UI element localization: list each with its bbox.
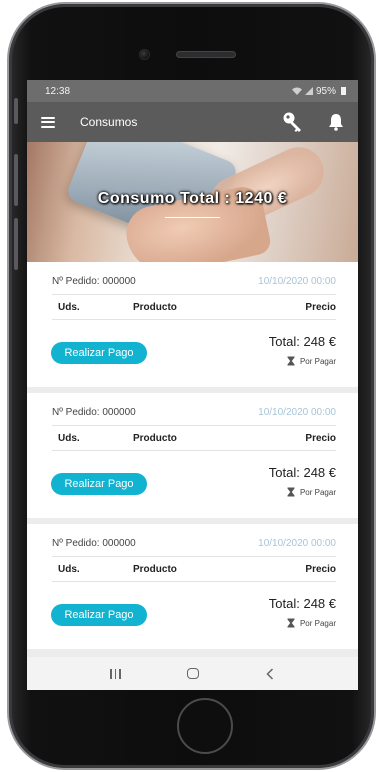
status-bar: 12:38 95% [27, 80, 358, 102]
order-total: Total: 248 € [268, 465, 336, 480]
signal-icon [304, 87, 313, 95]
col-price: Precio [305, 433, 336, 444]
back-button[interactable] [258, 662, 282, 686]
order-status: Por Pagar [287, 356, 336, 366]
wifi-icon [291, 87, 302, 95]
app-screen: 12:38 95% Consumos Consumo Total : 1240 … [27, 80, 358, 690]
order-date: 10/10/2020 00:00 [258, 276, 336, 287]
pay-button[interactable]: Realizar Pago [51, 342, 147, 364]
order-status-text: Por Pagar [299, 618, 336, 628]
pay-button[interactable]: Realizar Pago [51, 604, 147, 626]
col-product: Producto [133, 564, 177, 575]
recents-button[interactable] [104, 662, 128, 686]
order-number: Nº Pedido: 000000 [52, 538, 136, 549]
order-header: Nº Pedido: 000000 10/10/2020 00:00 [52, 407, 336, 418]
back-icon [265, 667, 273, 680]
key-icon[interactable] [282, 111, 304, 133]
order-status-text: Por Pagar [299, 487, 336, 497]
order-card: Nº Pedido: 000000 10/10/2020 00:00 Uds. … [27, 393, 358, 518]
col-price: Precio [305, 302, 336, 313]
battery-icon [341, 87, 346, 95]
order-total: Total: 248 € [268, 596, 336, 611]
mute-switch [14, 98, 18, 124]
order-number: Nº Pedido: 000000 [52, 407, 136, 418]
order-header: Nº Pedido: 000000 10/10/2020 00:00 [52, 538, 336, 549]
status-right: 95% [291, 85, 346, 97]
order-columns: Uds. Producto Precio [52, 556, 336, 582]
hourglass-icon [287, 618, 295, 628]
order-columns: Uds. Producto Precio [52, 294, 336, 320]
col-units: Uds. [58, 564, 80, 575]
front-camera [139, 49, 150, 60]
hardware-home-button[interactable] [177, 698, 233, 754]
pay-button[interactable]: Realizar Pago [51, 473, 147, 495]
menu-icon[interactable] [41, 116, 55, 128]
order-header: Nº Pedido: 000000 10/10/2020 00:00 [52, 276, 336, 287]
app-title: Consumos [80, 115, 138, 129]
order-total: Total: 248 € [268, 334, 336, 349]
order-columns: Uds. Producto Precio [52, 425, 336, 451]
col-units: Uds. [58, 433, 80, 444]
col-units: Uds. [58, 302, 80, 313]
battery-percent: 95% [315, 85, 336, 97]
order-date: 10/10/2020 00:00 [258, 538, 336, 549]
order-status: Por Pagar [287, 618, 336, 628]
volume-down-button [14, 218, 18, 270]
home-button[interactable] [181, 662, 205, 686]
order-date: 10/10/2020 00:00 [258, 407, 336, 418]
col-price: Precio [305, 564, 336, 575]
volume-up-button [14, 154, 18, 206]
orders-list: Nº Pedido: 000000 10/10/2020 00:00 Uds. … [27, 262, 358, 649]
earpiece-speaker [176, 51, 236, 58]
order-number: Nº Pedido: 000000 [52, 276, 136, 287]
order-status: Por Pagar [287, 487, 336, 497]
order-card: Nº Pedido: 000000 10/10/2020 00:00 Uds. … [27, 524, 358, 649]
banner-underline [165, 217, 220, 218]
app-bar: Consumos [27, 102, 358, 142]
bell-icon[interactable] [328, 113, 344, 131]
banner: Consumo Total : 1240 € [27, 142, 358, 262]
status-time: 12:38 [45, 85, 71, 97]
recents-icon [110, 668, 121, 679]
hourglass-icon [287, 487, 295, 497]
order-status-text: Por Pagar [299, 356, 336, 366]
order-card: Nº Pedido: 000000 10/10/2020 00:00 Uds. … [27, 262, 358, 387]
home-icon [186, 668, 199, 679]
col-product: Producto [133, 433, 177, 444]
android-nav-bar [27, 657, 358, 690]
hourglass-icon [287, 356, 295, 366]
col-product: Producto [133, 302, 177, 313]
total-consumption-title: Consumo Total : 1240 € [97, 190, 288, 207]
